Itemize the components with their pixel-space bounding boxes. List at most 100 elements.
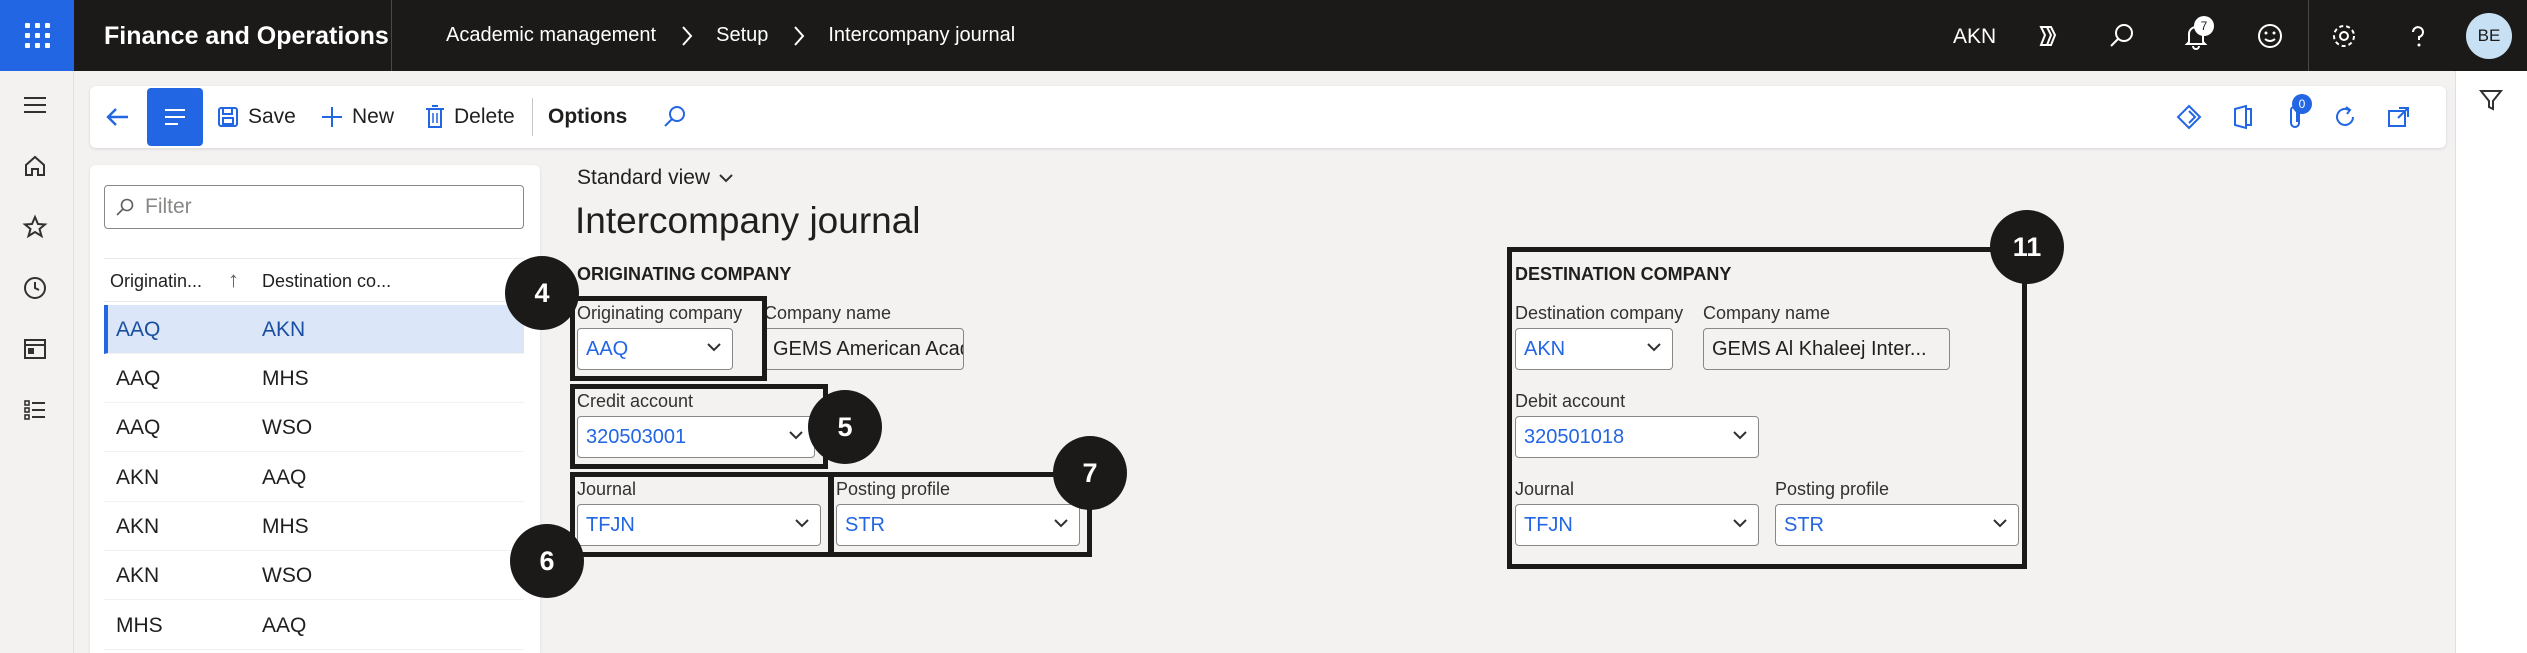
callout-badge: 11 <box>1990 210 2064 284</box>
sort-ascending-icon: ↑ <box>228 267 239 292</box>
destination-company-name-field: GEMS Al Khaleej Inter... <box>1703 328 1950 370</box>
breadcrumb-item-academic-management[interactable]: Academic management <box>446 24 656 47</box>
row-originating: AKN <box>116 515 160 538</box>
hamburger-menu-icon[interactable] <box>19 89 51 121</box>
attachments-icon[interactable]: 0 <box>2280 94 2312 132</box>
plus-icon <box>322 107 342 127</box>
originating-group-title: ORIGINATING COMPANY <box>577 264 792 284</box>
destination-company-name-label: Company name <box>1703 303 1831 323</box>
options-tab[interactable]: Options <box>548 86 627 148</box>
highlight-box <box>829 472 1092 557</box>
originating-company-name-label: Company name <box>764 303 892 323</box>
row-originating: AAQ <box>116 318 161 341</box>
row-destination: AAQ <box>262 466 307 489</box>
filter-funnel-icon[interactable] <box>2478 87 2504 118</box>
view-name: Standard view <box>577 166 711 189</box>
notification-count-badge: 7 <box>2194 16 2214 36</box>
chevron-right-icon <box>792 25 806 47</box>
bell-icon[interactable]: 7 <box>2178 16 2214 54</box>
view-selector[interactable]: Standard view <box>577 166 734 190</box>
search-icon[interactable] <box>2104 18 2140 54</box>
right-rail <box>2455 71 2527 653</box>
refresh-icon[interactable] <box>2330 102 2360 132</box>
left-navigation-pane <box>0 71 74 653</box>
row-originating: AKN <box>116 466 160 489</box>
copilot-icon[interactable] <box>2030 18 2066 54</box>
save-label: Save <box>248 105 296 128</box>
callout-badge: 5 <box>808 390 882 464</box>
home-icon[interactable] <box>19 150 51 182</box>
top-navigation-bar: Finance and Operations Academic manageme… <box>0 0 2527 71</box>
save-icon <box>218 107 238 127</box>
workspaces-icon[interactable] <box>19 333 51 365</box>
app-title[interactable]: Finance and Operations <box>104 22 389 51</box>
list-header: Originatin... ↑ Destination co... <box>104 258 524 302</box>
company-picker[interactable]: AKN <box>1953 25 1996 49</box>
back-button[interactable] <box>104 86 140 148</box>
power-apps-icon[interactable] <box>2174 102 2204 132</box>
new-label: New <box>352 105 395 128</box>
divider <box>391 0 392 71</box>
chevron-down-icon <box>1993 519 2007 528</box>
records-list-panel: Filter Originatin... ↑ Destination co...… <box>90 165 540 653</box>
destination-group-title: DESTINATION COMPANY <box>1515 264 1732 284</box>
star-favorites-icon[interactable] <box>19 211 51 243</box>
breadcrumb-item-intercompany-journal[interactable]: Intercompany journal <box>828 24 1015 47</box>
callout-badge: 7 <box>1053 436 1127 510</box>
destination-journal-select[interactable]: TFJN <box>1515 504 1759 546</box>
filter-input[interactable]: Filter <box>104 185 524 229</box>
row-originating: MHS <box>116 614 163 637</box>
save-button[interactable]: Save <box>216 86 296 148</box>
app-launcher-button[interactable] <box>0 0 74 71</box>
chevron-down-icon <box>1733 431 1747 440</box>
row-destination: AAQ <box>262 614 307 637</box>
list-row[interactable]: AKN AAQ <box>104 453 524 502</box>
divider <box>2308 0 2309 71</box>
breadcrumb-item-setup[interactable]: Setup <box>716 24 768 47</box>
debit-account-select[interactable]: 320501018 <box>1515 416 1759 458</box>
search-action-button[interactable] <box>662 86 696 148</box>
list-row[interactable]: MHS AAQ <box>104 601 524 650</box>
row-destination: MHS <box>262 367 309 390</box>
search-icon <box>116 198 134 216</box>
highlight-box <box>570 296 767 381</box>
chevron-down-icon <box>1733 519 1747 528</box>
destination-posting-profile-select[interactable]: STR <box>1775 504 2019 546</box>
row-destination: MHS <box>262 515 309 538</box>
office-icon[interactable] <box>2228 102 2258 132</box>
originating-company-name-field: GEMS American Acade... <box>764 328 964 370</box>
destination-company-select[interactable]: AKN <box>1515 328 1673 370</box>
destination-posting-profile-label: Posting profile <box>1775 479 1890 499</box>
smiley-feedback-icon[interactable] <box>2252 18 2288 54</box>
list-view-toggle-button[interactable] <box>147 88 203 146</box>
callout-badge: 4 <box>505 256 579 330</box>
clock-recent-icon[interactable] <box>19 272 51 304</box>
open-new-window-icon[interactable] <box>2384 102 2414 132</box>
list-row[interactable]: AKN MHS <box>104 502 524 551</box>
destination-company-value: AKN <box>1524 337 1566 360</box>
column-header-destination[interactable]: Destination co... <box>262 271 391 292</box>
destination-journal-value: TFJN <box>1524 513 1573 536</box>
list-row[interactable]: AAQ MHS <box>104 354 524 403</box>
list-icon <box>165 109 185 125</box>
delete-button[interactable]: Delete <box>424 86 515 148</box>
waffle-icon <box>24 23 50 48</box>
delete-label: Delete <box>454 105 515 128</box>
help-icon[interactable] <box>2400 18 2436 54</box>
trash-icon <box>426 105 444 128</box>
callout-badge: 6 <box>510 524 584 598</box>
chevron-down-icon <box>1647 343 1661 352</box>
new-button[interactable]: New <box>320 86 394 148</box>
list-row[interactable]: AAQ WSO <box>104 403 524 452</box>
debit-account-value: 320501018 <box>1524 425 1625 448</box>
column-header-originating[interactable]: Originatin... <box>110 271 202 292</box>
user-avatar[interactable]: BE <box>2466 13 2512 59</box>
row-originating: AAQ <box>116 416 161 439</box>
modules-list-icon[interactable] <box>19 394 51 426</box>
gear-icon[interactable] <box>2326 18 2362 54</box>
details-form: Standard view Intercompany journal ORIGI… <box>505 148 2455 653</box>
list-row[interactable]: AKN WSO <box>104 551 524 600</box>
filter-placeholder: Filter <box>145 195 192 218</box>
destination-posting-profile-value: STR <box>1784 513 1824 536</box>
list-row[interactable]: AAQ AKN <box>104 305 524 354</box>
